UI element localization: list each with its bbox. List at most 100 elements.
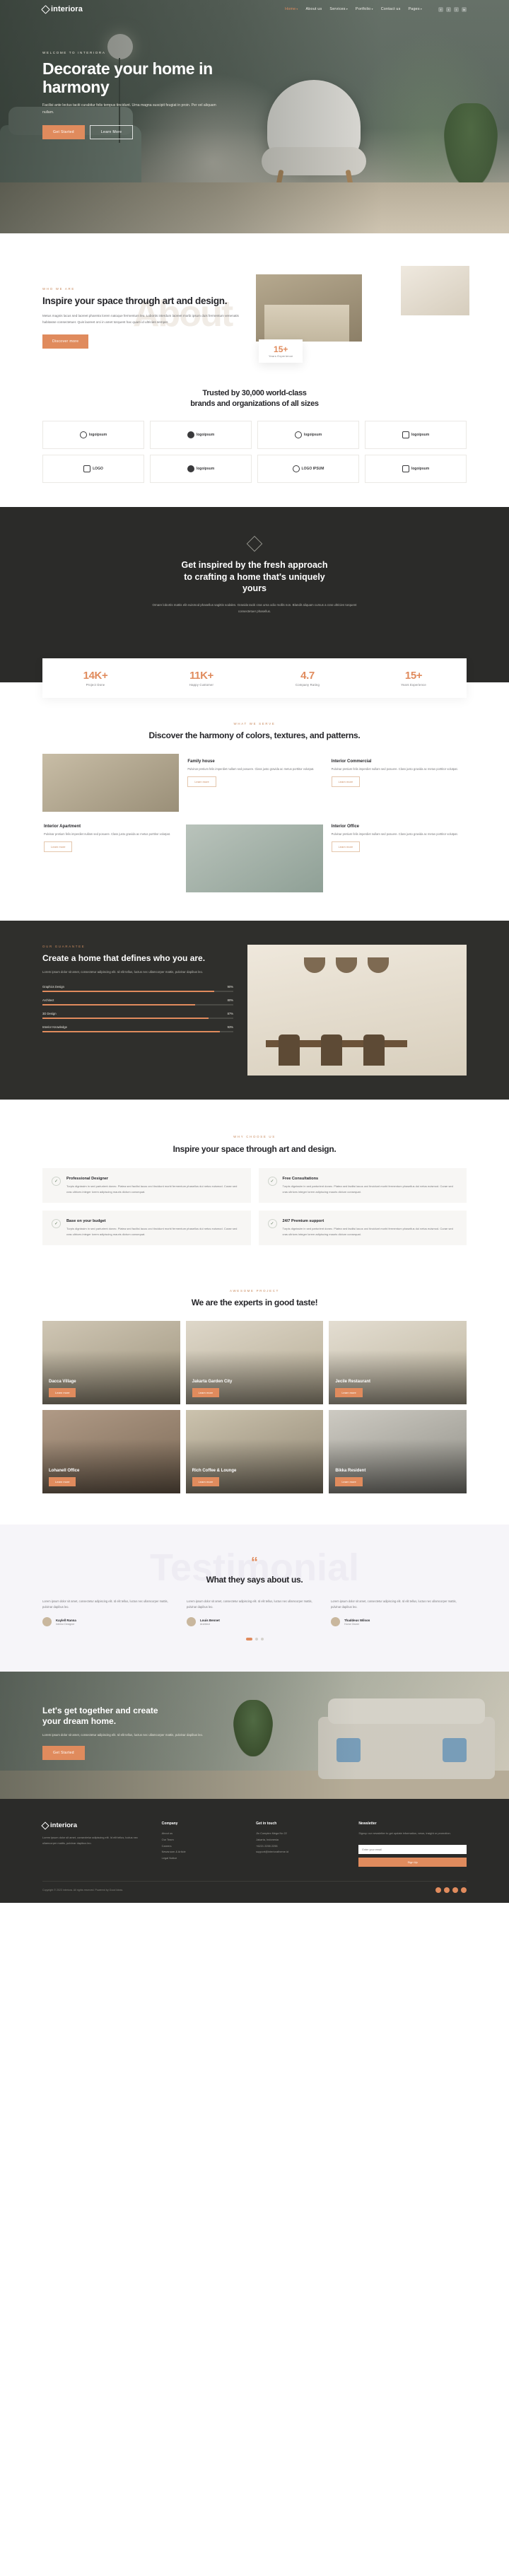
instagram-icon[interactable]: i — [454, 6, 459, 12]
twitter-icon[interactable] — [444, 1887, 450, 1894]
facebook-icon[interactable]: f — [438, 6, 443, 12]
brand-logo-cell[interactable]: logoipsum — [42, 420, 144, 449]
feature-text: Turpis dignissim in sed parturient donec… — [282, 1227, 453, 1236]
hero-learn-more-button[interactable]: Learn More — [89, 125, 134, 140]
footer-social-links — [435, 1887, 467, 1894]
footer-email[interactable]: support@interioratheme.id — [256, 1849, 347, 1855]
skill-value: 90% — [227, 984, 233, 989]
testimonial-text: Lorem ipsum dolor sit amet, consectetur … — [187, 1599, 312, 1609]
nav-item-services[interactable]: Services▾ — [329, 7, 348, 11]
spiral-circle-icon — [79, 431, 87, 438]
footer-link[interactable]: About us — [162, 1831, 245, 1837]
features-kicker: WHY CHOOSE US — [233, 1134, 276, 1138]
feature-text: Turpis dignissim in sed parturient donec… — [66, 1184, 238, 1194]
cta-title-line-2: your dream home. — [42, 1716, 117, 1727]
linkedin-icon[interactable]: in — [462, 6, 467, 12]
newsletter-form: Sign Up — [358, 1841, 467, 1867]
about-discover-more-button[interactable]: Discover more — [42, 334, 89, 349]
brand-logo[interactable]: interiora — [41, 4, 83, 14]
chevron-down-icon: ▾ — [420, 7, 422, 11]
service-image-tile — [42, 753, 180, 812]
brand-logo-cell[interactable]: logoipsum — [150, 454, 252, 483]
feature-card: ✓ Base on your budget Turpis dignissim in… — [42, 1211, 251, 1246]
project-card[interactable]: Rich Coffee & Lounge Learn more — [185, 1409, 324, 1493]
project-learn-more-button[interactable]: Learn more — [335, 1387, 363, 1397]
about-text-block: WHO WE ARE Inspire your space through ar… — [42, 274, 240, 349]
footer-address-line: Jln Complex Mega No 22 — [256, 1831, 287, 1836]
footer-link[interactable]: Newsroom & Article — [162, 1849, 245, 1855]
hero-title: Decorate your home in harmony — [42, 59, 213, 97]
cta-get-started-button[interactable]: Get Started — [42, 1745, 85, 1760]
carousel-dot[interactable] — [260, 1638, 264, 1641]
project-learn-more-button[interactable]: Learn more — [335, 1476, 363, 1486]
testimonials-section: Testimonial “ What they says about us. L… — [0, 1524, 509, 1672]
brand-logo-cell[interactable]: logoipsum — [150, 420, 252, 449]
cta-title: Let's get together and create your dream… — [42, 1706, 247, 1727]
feature-title: 24/7 Premium support — [282, 1219, 324, 1224]
twitter-icon[interactable]: t — [446, 6, 451, 12]
footer-phone[interactable]: +6221 2255 2255 — [256, 1843, 347, 1850]
carousel-dot[interactable] — [255, 1638, 258, 1641]
newsletter-email-input[interactable] — [358, 1845, 467, 1855]
brand-logo-cell[interactable]: logoipsum — [257, 420, 359, 449]
project-card[interactable]: Lohanell Office Learn more — [42, 1409, 180, 1493]
services-kicker: WHAT WE SERVE — [233, 722, 276, 726]
check-circle-icon: ✓ — [267, 1219, 277, 1229]
feature-card: ✓ 24/7 Premium support Turpis dignissim i… — [258, 1211, 467, 1246]
facebook-icon[interactable] — [435, 1887, 441, 1894]
instagram-icon[interactable] — [452, 1887, 458, 1894]
service-learn-more-button[interactable]: Learn more — [187, 776, 216, 788]
avatar — [42, 1617, 52, 1627]
carousel-dot-active[interactable] — [245, 1638, 252, 1641]
footer-link[interactable]: Legal Notice — [162, 1855, 245, 1862]
stat-number: 14K+ — [83, 670, 108, 682]
skill-value: 93% — [227, 1025, 233, 1029]
newsletter-signup-button[interactable]: Sign Up — [358, 1858, 467, 1867]
nav-item-home[interactable]: Home▾ — [285, 7, 298, 11]
brand-logo-cell[interactable]: LOGO IPSUM — [257, 454, 359, 483]
footer-link[interactable]: Our Team — [162, 1837, 245, 1843]
project-card[interactable]: Jakarta Garden City Learn more — [185, 1320, 324, 1404]
service-learn-more-button[interactable]: Learn more — [331, 776, 361, 788]
service-title: Interior Commercial — [331, 759, 372, 764]
service-text: Pulvinar pretium felis imperdiet nullam … — [331, 832, 458, 836]
footer-brand-column: interiora Lorem ipsum dolor sit amet, co… — [41, 1821, 151, 1867]
brand-logo-cell[interactable]: logoipsum — [365, 420, 467, 449]
project-card[interactable]: Jecile Restaurant Learn more — [329, 1320, 467, 1404]
footer-company-title: Company — [161, 1822, 178, 1826]
avatar — [187, 1617, 196, 1627]
brand-logo-cell[interactable]: logoipsum — [365, 454, 467, 483]
nav-social-links: f t i in — [438, 6, 467, 12]
linkedin-icon[interactable] — [461, 1887, 467, 1894]
project-learn-more-button[interactable]: Learn more — [192, 1476, 220, 1486]
nav-item-pages[interactable]: Pages▾ — [408, 7, 422, 11]
skill-bar-row: Architect 80% — [42, 998, 233, 1006]
service-learn-more-button[interactable]: Learn more — [331, 841, 361, 853]
footer-logo[interactable]: interiora — [41, 1821, 151, 1830]
diamond-outline-icon — [41, 1821, 49, 1830]
diamond-outline-icon — [41, 4, 50, 14]
about-images: 15+ Years Experience — [256, 263, 472, 363]
footer-link[interactable]: Careers — [162, 1843, 245, 1850]
footer: interiora Lorem ipsum dolor sit amet, co… — [0, 1799, 509, 1904]
hexagon-icon — [402, 431, 409, 438]
project-learn-more-button[interactable]: Learn more — [49, 1476, 76, 1486]
testimonial-name: Louis Bennet — [200, 1618, 220, 1622]
service-learn-more-button[interactable]: Learn more — [44, 841, 73, 853]
nav-item-about-us[interactable]: About us — [306, 7, 322, 11]
testimonials-title: What they says about us. — [206, 1574, 303, 1585]
brand-logo-cell[interactable]: LOGO — [42, 454, 144, 483]
diamond-outline-icon — [246, 535, 263, 552]
square-bracket-icon — [83, 465, 91, 472]
nav-item-contact-us[interactable]: Contact us — [381, 7, 401, 11]
project-learn-more-button[interactable]: Learn more — [49, 1387, 76, 1397]
footer-address-line: Jakarta, Indonesia — [256, 1837, 279, 1841]
hero-get-started-button[interactable]: Get Started — [42, 125, 85, 140]
nav-item-portfolio[interactable]: Portfolio▾ — [356, 7, 373, 11]
project-learn-more-button[interactable]: Learn more — [192, 1387, 220, 1397]
project-card[interactable]: Dacca Village Learn more — [42, 1320, 180, 1404]
features-title: Inspire your space through art and desig… — [172, 1143, 337, 1154]
project-card[interactable]: Bikka Resident Learn more — [329, 1409, 467, 1493]
check-circle-icon: ✓ — [52, 1219, 61, 1229]
logo-grid: logoipsum logoipsum logoipsum logoipsum … — [42, 420, 467, 483]
